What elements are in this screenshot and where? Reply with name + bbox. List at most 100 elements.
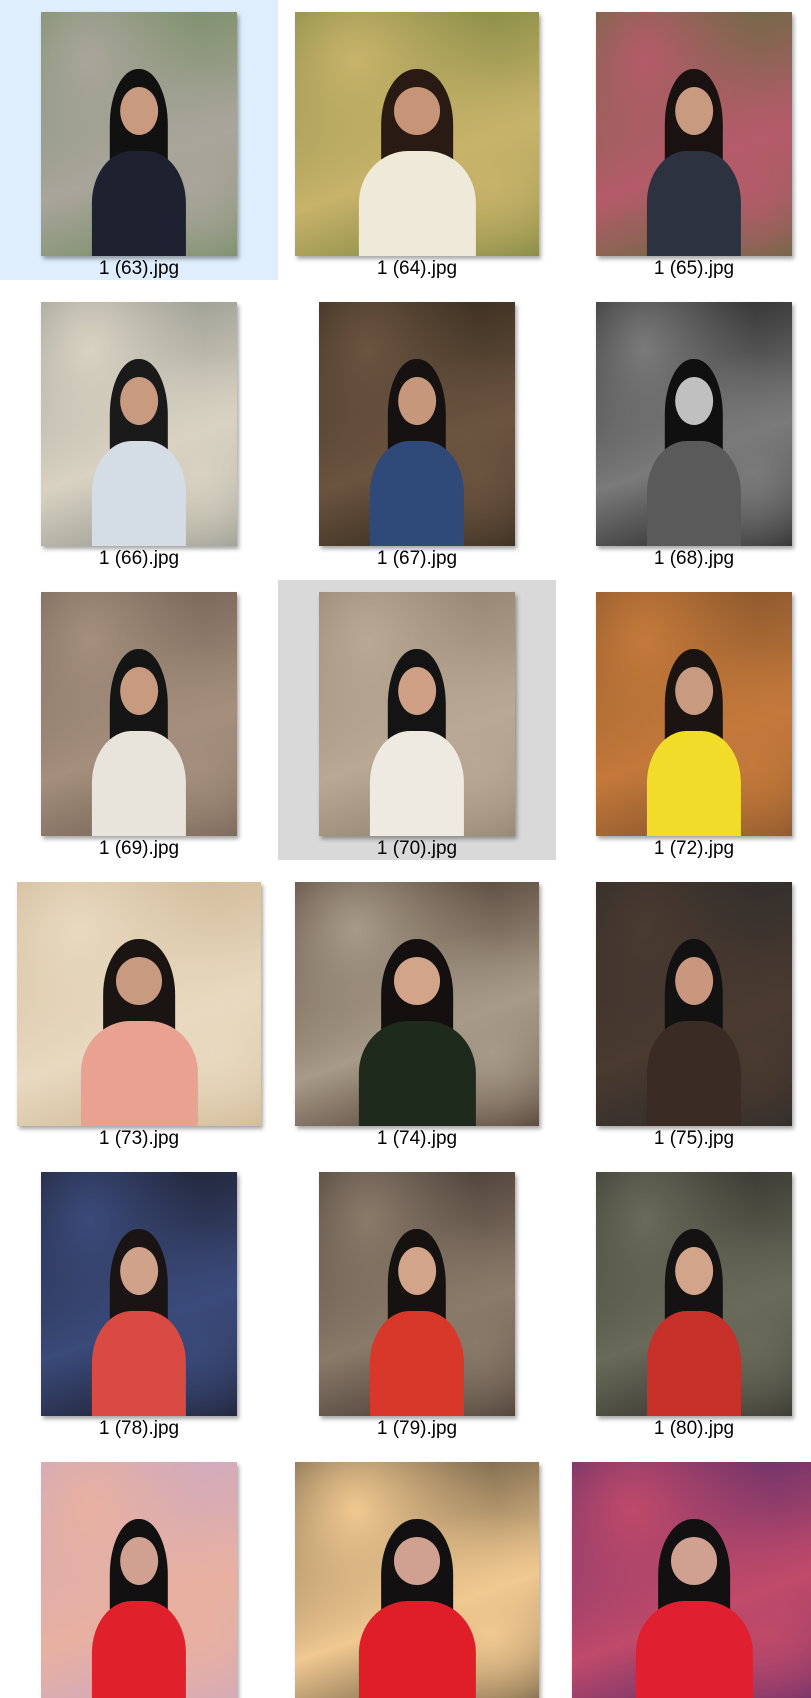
clothing-shape — [646, 441, 742, 546]
face-shape — [675, 667, 713, 716]
file-item[interactable]: 1 (74).jpg — [278, 870, 556, 1150]
clothing-shape — [91, 1311, 187, 1416]
file-item[interactable]: 1 (73).jpg — [0, 870, 278, 1150]
file-name-label: 1 (66).jpg — [98, 548, 180, 569]
image-thumbnail — [319, 302, 515, 546]
file-item[interactable] — [555, 1450, 811, 1698]
person-figure — [646, 359, 742, 546]
file-name-label: 1 (80).jpg — [653, 1418, 735, 1439]
image-thumbnail — [319, 592, 515, 836]
clothing-shape — [358, 1601, 476, 1698]
file-item[interactable]: 1 (78).jpg — [0, 1160, 278, 1440]
file-thumbnail-grid: 1 (63).jpg 1 (64).jpg 1 (65).jpg 1 (66).… — [0, 0, 811, 1698]
person-figure — [358, 1519, 476, 1698]
clothing-shape — [91, 151, 187, 256]
face-shape — [675, 377, 713, 426]
clothing-shape — [646, 151, 742, 256]
person-figure — [369, 1229, 465, 1416]
file-name-label: 1 (67).jpg — [376, 548, 458, 569]
person-figure — [635, 1519, 753, 1698]
image-thumbnail — [596, 592, 792, 836]
clothing-shape — [80, 1021, 198, 1126]
image-thumbnail — [41, 1462, 237, 1698]
person-figure — [646, 1229, 742, 1416]
person-figure — [646, 69, 742, 256]
file-item[interactable]: 1 (80).jpg — [555, 1160, 811, 1440]
face-shape — [120, 1247, 158, 1296]
image-thumbnail — [596, 302, 792, 546]
image-thumbnail — [596, 12, 792, 256]
file-item[interactable]: 1 (63).jpg — [0, 0, 278, 280]
file-name-label: 1 (64).jpg — [376, 258, 458, 279]
face-shape — [398, 377, 436, 426]
file-item[interactable]: 1 (65).jpg — [555, 0, 811, 280]
file-name-label: 1 (74).jpg — [376, 1128, 458, 1149]
file-item[interactable] — [0, 1450, 278, 1698]
clothing-shape — [358, 1021, 476, 1126]
person-figure — [91, 69, 187, 256]
image-thumbnail — [41, 1172, 237, 1416]
face-shape — [120, 87, 158, 136]
image-thumbnail — [596, 882, 792, 1126]
image-thumbnail — [572, 1462, 811, 1698]
image-thumbnail — [295, 1462, 539, 1698]
file-item[interactable]: 1 (79).jpg — [278, 1160, 556, 1440]
file-name-label: 1 (68).jpg — [653, 548, 735, 569]
person-figure — [358, 939, 476, 1126]
clothing-shape — [369, 441, 465, 546]
person-figure — [646, 939, 742, 1126]
file-name-label: 1 (72).jpg — [653, 838, 735, 859]
clothing-shape — [635, 1601, 753, 1698]
person-figure — [91, 649, 187, 836]
image-thumbnail — [596, 1172, 792, 1416]
face-shape — [398, 1247, 436, 1296]
file-name-label: 1 (70).jpg — [376, 838, 458, 859]
clothing-shape — [369, 1311, 465, 1416]
file-item[interactable]: 1 (64).jpg — [278, 0, 556, 280]
person-figure — [646, 649, 742, 836]
file-name-label: 1 (69).jpg — [98, 838, 180, 859]
person-figure — [369, 359, 465, 546]
file-name-label: 1 (79).jpg — [376, 1418, 458, 1439]
person-figure — [358, 69, 476, 256]
person-figure — [91, 1519, 187, 1698]
person-figure — [91, 359, 187, 546]
face-shape — [393, 87, 441, 136]
file-name-label: 1 (63).jpg — [98, 258, 180, 279]
face-shape — [120, 377, 158, 426]
image-thumbnail — [41, 302, 237, 546]
file-item[interactable]: 1 (70).jpg — [278, 580, 556, 860]
file-item[interactable]: 1 (75).jpg — [555, 870, 811, 1150]
image-thumbnail — [41, 592, 237, 836]
file-item[interactable] — [278, 1450, 556, 1698]
file-item[interactable]: 1 (67).jpg — [278, 290, 556, 570]
face-shape — [115, 957, 163, 1006]
face-shape — [670, 1537, 718, 1586]
file-item[interactable]: 1 (66).jpg — [0, 290, 278, 570]
clothing-shape — [91, 441, 187, 546]
file-item[interactable]: 1 (69).jpg — [0, 580, 278, 860]
clothing-shape — [369, 731, 465, 836]
clothing-shape — [646, 1021, 742, 1126]
file-name-label: 1 (73).jpg — [98, 1128, 180, 1149]
face-shape — [393, 957, 441, 1006]
file-item[interactable]: 1 (68).jpg — [555, 290, 811, 570]
file-item[interactable]: 1 (72).jpg — [555, 580, 811, 860]
face-shape — [398, 667, 436, 716]
clothing-shape — [646, 1311, 742, 1416]
image-thumbnail — [295, 882, 539, 1126]
clothing-shape — [646, 731, 742, 836]
face-shape — [675, 87, 713, 136]
file-name-label: 1 (78).jpg — [98, 1418, 180, 1439]
face-shape — [675, 957, 713, 1006]
face-shape — [675, 1247, 713, 1296]
image-thumbnail — [319, 1172, 515, 1416]
person-figure — [369, 649, 465, 836]
face-shape — [120, 667, 158, 716]
clothing-shape — [91, 731, 187, 836]
clothing-shape — [358, 151, 476, 256]
person-figure — [91, 1229, 187, 1416]
image-thumbnail — [41, 12, 237, 256]
file-name-label: 1 (65).jpg — [653, 258, 735, 279]
image-thumbnail — [17, 882, 261, 1126]
